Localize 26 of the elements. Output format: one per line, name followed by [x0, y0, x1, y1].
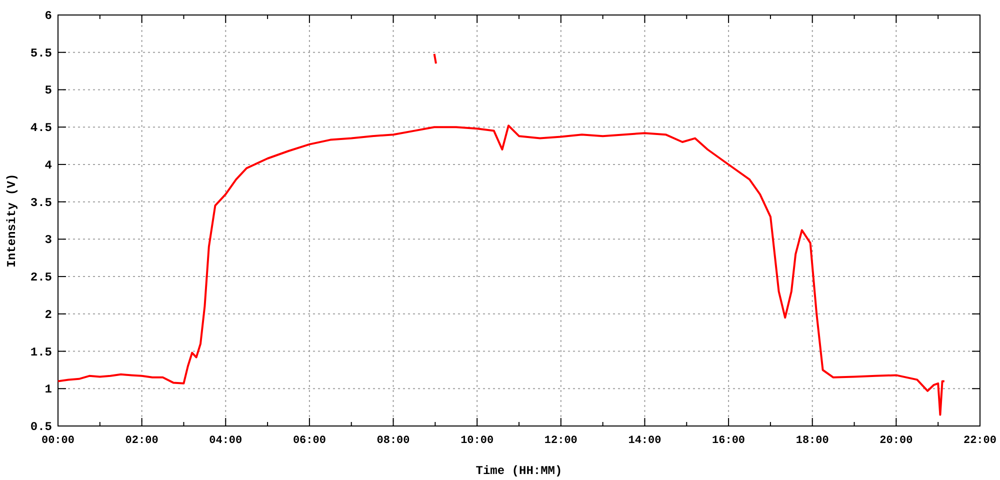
- x-tick-label: 06:00: [292, 435, 326, 447]
- y-tick-label: 1: [44, 382, 52, 397]
- x-tick-label: 04:00: [209, 435, 242, 447]
- y-tick-label: 3: [44, 233, 52, 248]
- x-tick-label: 14:00: [628, 435, 662, 447]
- x-tick-label: 16:00: [712, 435, 746, 447]
- y-tick-label: 2: [44, 308, 52, 322]
- x-axis-title: Time (HH:MM): [476, 464, 562, 478]
- y-tick-label: 5: [44, 84, 52, 98]
- x-tick-label: 12:00: [544, 435, 578, 447]
- x-tick-label: 10:00: [460, 435, 494, 447]
- y-tick-label: 6: [44, 9, 52, 23]
- y-axis-title: Intensity (V): [5, 174, 19, 268]
- x-tick-label: 20:00: [880, 435, 913, 447]
- x-tick-label: 22:00: [964, 435, 996, 447]
- y-tick-label: 3.5: [30, 196, 52, 210]
- x-tick-label: 02:00: [125, 435, 158, 447]
- x-tick-label: 00:00: [42, 435, 74, 447]
- y-tick-label: 5.5: [30, 46, 52, 60]
- y-tick-label: 2.5: [30, 270, 52, 285]
- y-tick-label: 4: [44, 158, 52, 172]
- y-tick-label: 0.5: [30, 420, 52, 434]
- y-tick-label: 4.5: [30, 121, 52, 136]
- x-tick-label: 08:00: [376, 435, 410, 447]
- x-tick-label: 18:00: [796, 435, 829, 447]
- y-tick-label: 1.5: [30, 345, 52, 360]
